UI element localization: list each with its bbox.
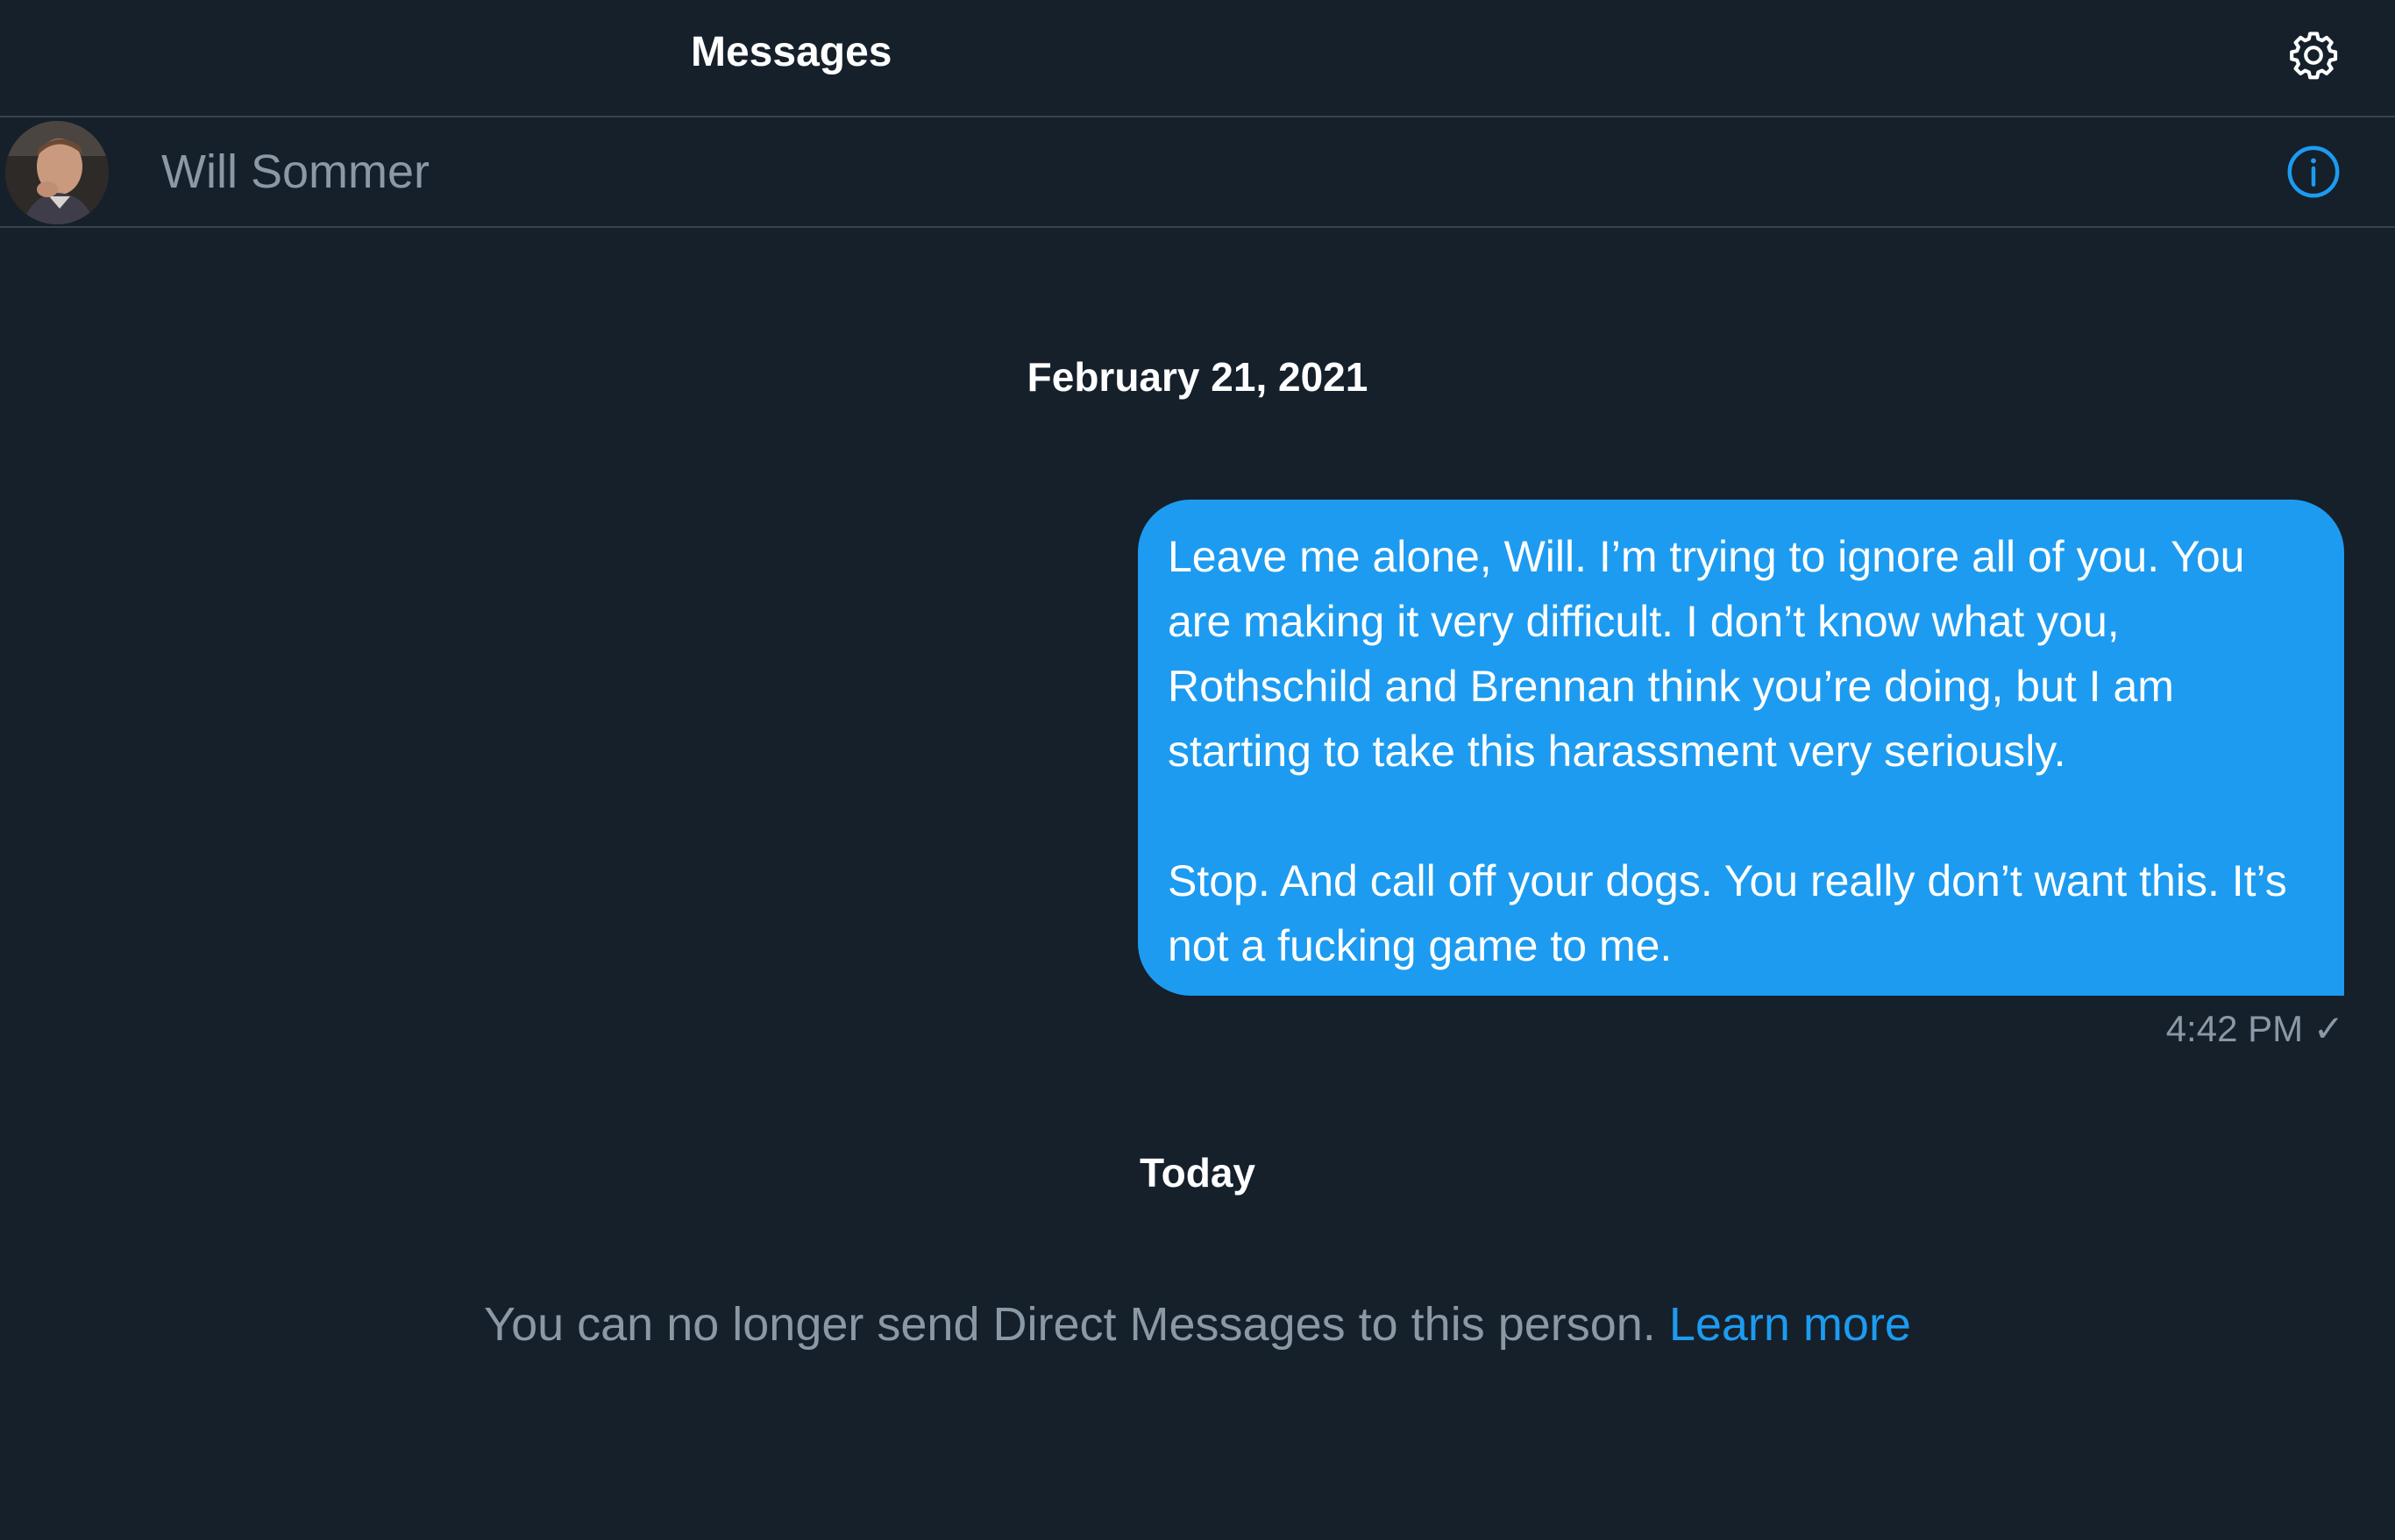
conversation-info-button[interactable] xyxy=(2283,141,2344,202)
date-separator: February 21, 2021 xyxy=(1027,354,1368,400)
message-bubble[interactable]: Leave me alone, Will. I’m trying to igno… xyxy=(1138,500,2344,996)
notice-text: You can no longer send Direct Messages t… xyxy=(484,1298,1669,1351)
avatar-photo xyxy=(5,121,109,224)
checkmark-icon: ✓ xyxy=(2313,1008,2344,1049)
settings-button[interactable] xyxy=(2283,25,2344,86)
info-icon xyxy=(2287,145,2340,198)
dm-disabled-notice: You can no longer send Direct Messages t… xyxy=(0,1294,2395,1355)
message-time: 4:42 PM xyxy=(2165,1008,2304,1049)
top-bar: Messages xyxy=(0,0,2395,117)
conversation-header[interactable]: Will Sommer xyxy=(0,117,2395,228)
avatar[interactable] xyxy=(5,121,109,224)
page-title: Messages xyxy=(691,29,892,75)
learn-more-link[interactable]: Learn more xyxy=(1669,1298,1911,1351)
message-timestamp: 4:42 PM ✓ xyxy=(2166,1004,2344,1054)
contact-name[interactable]: Will Sommer xyxy=(161,144,430,200)
date-separator-today: Today xyxy=(1139,1150,1256,1196)
gear-icon xyxy=(2290,32,2338,80)
